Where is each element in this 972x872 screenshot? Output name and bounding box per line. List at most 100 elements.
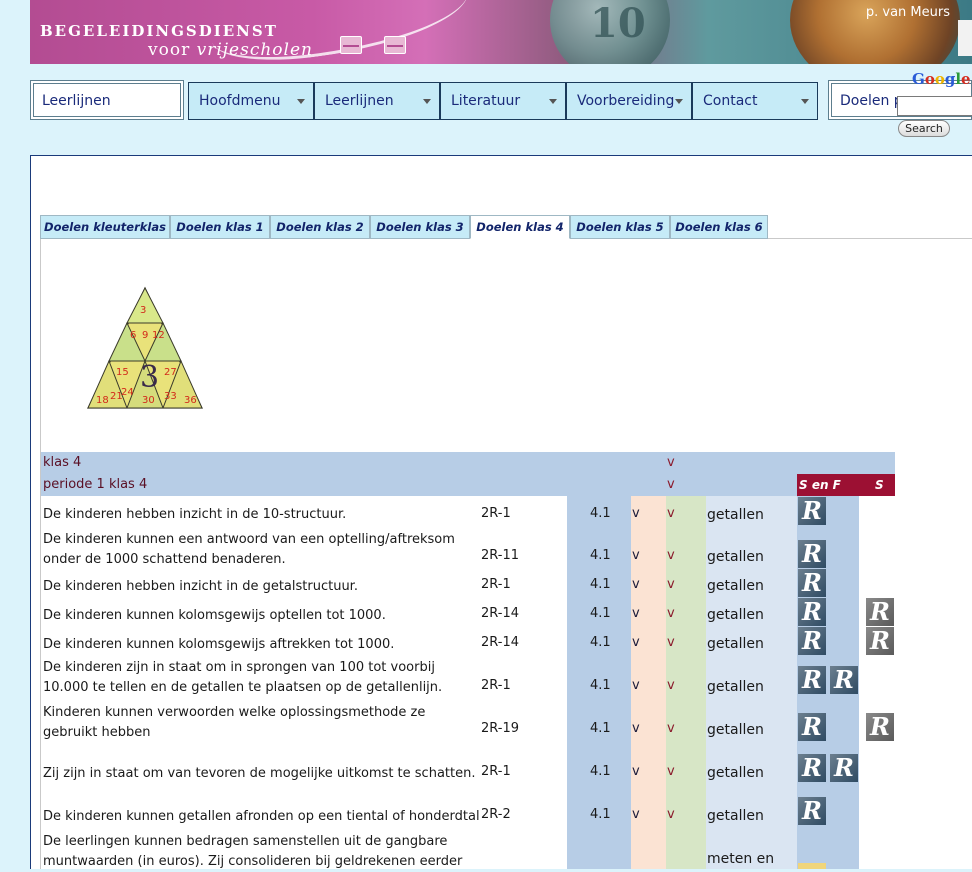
tab-klas-3[interactable]: Doelen klas 3 xyxy=(370,215,470,239)
pyramid-number: 24 xyxy=(121,387,134,398)
goal-v1: v xyxy=(632,678,640,693)
goal-num: 4.1 xyxy=(590,506,611,521)
menu-hoofdmenu[interactable]: Hoofdmenu xyxy=(188,82,314,120)
resource-r-icon[interactable]: R xyxy=(798,598,826,626)
resource-r-icon[interactable]: R xyxy=(798,540,826,568)
goal-code: 2R-14 xyxy=(481,635,520,650)
pyramid-number: 33 xyxy=(164,391,177,402)
goal-text: De kinderen kunnen getallen afronden op … xyxy=(43,809,480,824)
content-border xyxy=(40,238,41,869)
section-check: v xyxy=(667,455,675,470)
number-pyramid-image: 3 3 6 9 12 15 18 21 24 27 30 33 36 xyxy=(87,286,203,409)
section-title: klas 4 xyxy=(43,455,82,470)
resource-r-icon[interactable]: R xyxy=(830,754,858,782)
chevron-down-icon xyxy=(675,99,683,104)
goal-v1: v xyxy=(632,635,640,650)
resource-r-icon[interactable]: R xyxy=(798,569,826,597)
goal-text: De kinderen kunnen een antwoord van een … xyxy=(43,532,455,567)
goal-code: 2R-14 xyxy=(481,606,520,621)
resource-partial-icon[interactable] xyxy=(798,863,826,869)
period-title: periode 1 klas 4 xyxy=(43,477,148,492)
goal-v2: v xyxy=(667,721,675,736)
goal-v2: v xyxy=(667,548,675,563)
goal-num: 4.1 xyxy=(590,721,611,736)
pyramid-number: 30 xyxy=(142,395,155,406)
brand-title: BEGELEIDINGSDIENST xyxy=(40,22,278,40)
brand-subtitle: voor vrijescholen xyxy=(148,40,313,60)
search-button[interactable]: Search xyxy=(898,120,950,137)
goal-domain: getallen xyxy=(707,507,764,523)
goal-num: 4.1 xyxy=(590,678,611,693)
tab-klas-6[interactable]: Doelen klas 6 xyxy=(670,215,768,239)
goal-num: 4.1 xyxy=(590,577,611,592)
goal-domain: getallen xyxy=(707,636,764,652)
brand-subtitle-italic: vrijescholen xyxy=(196,40,313,60)
tab-klas-2[interactable]: Doelen klas 2 xyxy=(270,215,370,239)
goal-domain: getallen xyxy=(707,679,764,695)
pyramid-number: 15 xyxy=(116,367,129,378)
goal-text: De kinderen zijn in staat om in sprongen… xyxy=(43,660,443,695)
goal-text: Zij zijn in staat om van tevoren de moge… xyxy=(43,766,476,781)
menu-label: Contact xyxy=(703,93,758,109)
tab-klas-1[interactable]: Doelen klas 1 xyxy=(170,215,270,239)
goal-text: De kinderen kunnen kolomsgewijs aftrekke… xyxy=(43,637,395,652)
resource-s-icon[interactable]: R xyxy=(866,713,894,741)
tab-klas-5[interactable]: Doelen klas 5 xyxy=(570,215,670,239)
goal-code: 2R-2 xyxy=(481,807,511,822)
goal-text: De kinderen hebben inzicht in de 10-stru… xyxy=(43,507,347,522)
goal-code: 2R-1 xyxy=(481,764,511,779)
goal-v1: v xyxy=(632,548,640,563)
menu-contact[interactable]: Contact xyxy=(692,82,818,120)
goal-domain: meten en xyxy=(707,851,775,867)
search-input[interactable] xyxy=(897,96,972,116)
resource-r-icon[interactable]: R xyxy=(798,754,826,782)
nav-left-label[interactable]: Leerlijnen xyxy=(33,83,181,117)
contact-icon[interactable] xyxy=(384,36,406,54)
resource-s-icon[interactable]: R xyxy=(866,627,894,655)
menu-leerlijnen[interactable]: Leerlijnen xyxy=(314,82,440,120)
chevron-down-icon xyxy=(297,99,305,104)
goal-text: Kinderen kunnen verwoorden welke oplossi… xyxy=(43,705,426,740)
goal-domain: getallen xyxy=(707,808,764,824)
goal-v1: v xyxy=(632,764,640,779)
resource-r-icon[interactable]: R xyxy=(798,797,826,825)
menu-literatuur[interactable]: Literatuur xyxy=(440,82,566,120)
goal-v1: v xyxy=(632,807,640,822)
goal-num: 4.1 xyxy=(590,635,611,650)
brand-subtitle-prefix: voor xyxy=(148,40,197,60)
goal-text: De leerlingen kunnen bedragen samenstell… xyxy=(43,834,463,869)
resource-r-icon[interactable]: R xyxy=(798,497,826,525)
goal-text: De kinderen hebben inzicht in de getalst… xyxy=(43,579,358,594)
goal-v2: v xyxy=(667,635,675,650)
mail-icon[interactable] xyxy=(340,36,362,54)
goal-num: 4.1 xyxy=(590,764,611,779)
resource-r-icon[interactable]: R xyxy=(798,627,826,655)
tab-underline xyxy=(768,238,972,239)
goal-domain: getallen xyxy=(707,549,764,565)
menu-voorbereiding[interactable]: Voorbereiding xyxy=(566,82,692,120)
tab-kleuterklas[interactable]: Doelen kleuterklas xyxy=(40,215,170,239)
goal-domain: getallen xyxy=(707,765,764,781)
resource-r-icon[interactable]: R xyxy=(830,666,858,694)
pyramid-center-number: 3 xyxy=(140,360,159,395)
google-logo: Google xyxy=(912,70,971,88)
resource-r-icon[interactable]: R xyxy=(798,713,826,741)
sf-header-label: S en F xyxy=(799,478,841,492)
goal-code: 2R-1 xyxy=(481,678,511,693)
resource-r-icon[interactable]: R xyxy=(798,666,826,694)
pyramid-number: 36 xyxy=(184,395,197,406)
goal-domain: getallen xyxy=(707,722,764,738)
goal-v2: v xyxy=(667,807,675,822)
menu-label: Voorbereiding xyxy=(577,93,675,109)
resource-s-icon[interactable]: R xyxy=(866,598,894,626)
goal-num: 4.1 xyxy=(590,548,611,563)
author-link[interactable]: p. van Meurs xyxy=(866,5,950,20)
menu-label: Literatuur xyxy=(451,93,521,109)
menu-label: Leerlijnen xyxy=(325,93,394,109)
pyramid-number: 18 xyxy=(96,395,109,406)
goal-num: 4.1 xyxy=(590,606,611,621)
goal-v2: v xyxy=(667,606,675,621)
goal-v2: v xyxy=(667,764,675,779)
tab-klas-4[interactable]: Doelen klas 4 xyxy=(470,215,570,239)
goal-v2: v xyxy=(667,577,675,592)
